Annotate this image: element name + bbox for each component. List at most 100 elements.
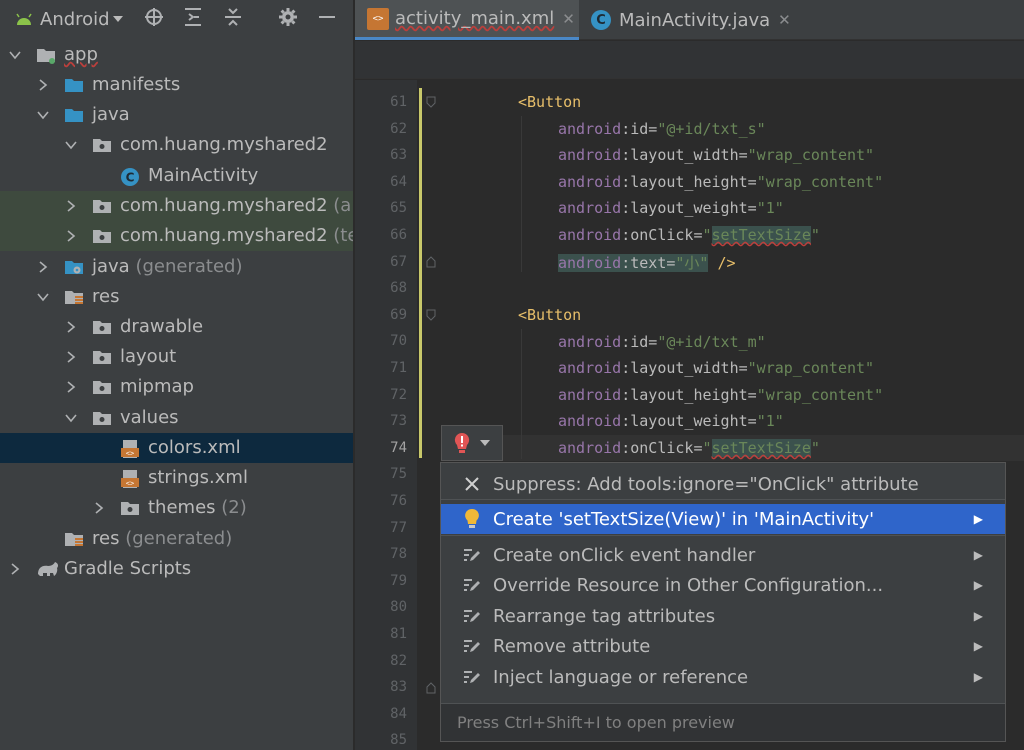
chevron-right-icon[interactable] [8,562,22,576]
submenu-arrow-icon[interactable]: ▶ [974,609,983,623]
chevron-right-icon[interactable] [64,199,78,213]
tree-node[interactable]: java (generated) [0,252,353,282]
attr-namespace: android [558,173,622,191]
node-name: Gradle Scripts [64,558,192,579]
tree-node[interactable]: layout [0,342,353,372]
line-number: 73 [390,413,407,430]
submenu-arrow-icon[interactable]: ▶ [974,578,983,592]
node-name: app [64,44,98,65]
chevron-down-icon[interactable] [64,411,78,425]
code-line-67[interactable]: android:text="小" /> [558,252,736,273]
code-line-64[interactable]: android:layout_height="wrap_content" [558,173,883,191]
tree-node[interactable]: manifests [0,70,353,100]
attr-value: " [702,226,712,244]
line-number: 64 [390,173,407,190]
tree-node[interactable]: com.huang.myshared2 (ar [0,191,353,221]
code-line-66[interactable]: android:onClick="setTextSize" [558,226,820,244]
code-line-69[interactable]: <Button [518,306,581,324]
tree-node[interactable]: Gradle Scripts [0,554,353,584]
fold-marker-icon[interactable] [426,96,436,108]
generated-folder-icon [64,258,84,276]
tree-node[interactable]: C MainActivity [0,161,353,191]
intention-action-item[interactable]: Override Resource in Other Configuration… [441,570,1005,600]
attr-namespace: android [558,146,622,164]
vcs-change-marker [419,88,422,458]
submenu-arrow-icon[interactable]: ▶ [974,512,983,526]
node-suffix: (2) [221,497,247,518]
locate-icon[interactable] [144,7,163,32]
code-line-65[interactable]: android:layout_weight="1" [558,199,784,217]
tree-node[interactable]: com.huang.myshared2 (te [0,221,353,251]
chevron-right-icon[interactable] [36,78,50,92]
expand-all-icon[interactable] [184,7,202,32]
fold-marker-icon[interactable] [426,682,436,694]
collapse-all-icon[interactable] [224,7,242,32]
chevron-right-icon[interactable] [92,501,106,515]
chevron-right-icon[interactable] [64,350,78,364]
tab-activity-main-xml[interactable]: <> activity_main.xml ✕ [355,0,579,40]
chevron-down-icon[interactable] [64,138,78,152]
tree-node-label: java (generated) [92,256,242,277]
chevron-right-icon[interactable] [64,229,78,243]
chevron-right-icon[interactable] [64,320,78,334]
xml-file-icon: <> [120,469,140,488]
intention-action-item[interactable]: Create onClick event handler ▶ [441,540,1005,570]
svg-text:<>: <> [126,450,134,458]
fold-marker-icon[interactable] [426,309,436,321]
hide-icon[interactable] [318,7,336,32]
tree-node[interactable]: drawable [0,312,353,342]
project-view-selector[interactable]: Android [40,9,124,30]
code-line-72[interactable]: android:layout_height="wrap_content" [558,386,883,404]
chevron-right-icon[interactable] [36,260,50,274]
code-line-73[interactable]: android:layout_weight="1" [558,412,784,430]
tab-mainactivity-java[interactable]: C MainActivity.java ✕ [591,0,811,40]
line-number: 70 [390,333,407,350]
attr-namespace: android [558,439,622,457]
intention-action-item[interactable]: Create 'setTextSize(View)' in 'MainActiv… [441,504,1005,534]
tree-node[interactable]: values [0,403,353,433]
intention-action-item[interactable]: Inject language or reference ▶ [441,662,1005,692]
unresolved-method-reference: setTextSize [711,439,811,457]
chevron-down-icon[interactable] [8,48,22,62]
chevron-down-icon[interactable] [36,290,50,304]
package-icon [92,318,112,336]
code-line-71[interactable]: android:layout_width="wrap_content" [558,359,874,377]
code-line-70[interactable]: android:id="@+id/txt_m" [558,333,766,351]
code-line-74[interactable]: android:onClick="setTextSize" [558,439,820,457]
close-icon[interactable]: ✕ [778,11,791,29]
node-name: com.huang.myshared2 [120,225,328,246]
intention-action-item[interactable]: Suppress: Add tools:ignore="OnClick" att… [441,469,1005,499]
settings-icon[interactable] [278,7,297,32]
chevron-right-icon[interactable] [64,380,78,394]
attr-value: " [810,226,820,244]
package-icon [92,348,112,366]
code-line-63[interactable]: android:layout_width="wrap_content" [558,146,874,164]
submenu-arrow-icon[interactable]: ▶ [974,548,983,562]
package-icon [92,227,112,245]
submenu-arrow-icon[interactable]: ▶ [974,670,983,684]
tree-node[interactable]: app [0,40,353,70]
tree-node[interactable]: com.huang.myshared2 [0,130,353,160]
tree-node[interactable]: res (generated) [0,524,353,554]
tree-node[interactable]: <> strings.xml [0,463,353,493]
node-suffix: (te [333,225,353,246]
tree-node[interactable]: res [0,282,353,312]
close-icon[interactable]: ✕ [562,10,575,28]
intention-bulb-button[interactable] [441,425,503,461]
attr-name: :layout_weight= [621,199,757,217]
intention-action-label: Remove attribute [493,635,651,657]
tree-node[interactable]: <> colors.xml [0,433,353,463]
chevron-down-icon[interactable] [36,108,50,122]
fold-marker-icon[interactable] [426,256,436,268]
intention-action-item[interactable]: Rearrange tag attributes ▶ [441,601,1005,631]
submenu-arrow-icon[interactable]: ▶ [974,639,983,653]
gradle-icon [36,560,60,578]
code-line-62[interactable]: android:id="@+id/txt_s" [558,120,766,138]
tree-node[interactable]: themes (2) [0,493,353,523]
node-name: res [92,528,120,549]
intention-action-item[interactable]: Remove attribute ▶ [441,631,1005,661]
tree-node[interactable]: mipmap [0,372,353,402]
code-line-61[interactable]: <Button [518,93,581,111]
package-icon [92,197,112,215]
tree-node[interactable]: java [0,100,353,130]
